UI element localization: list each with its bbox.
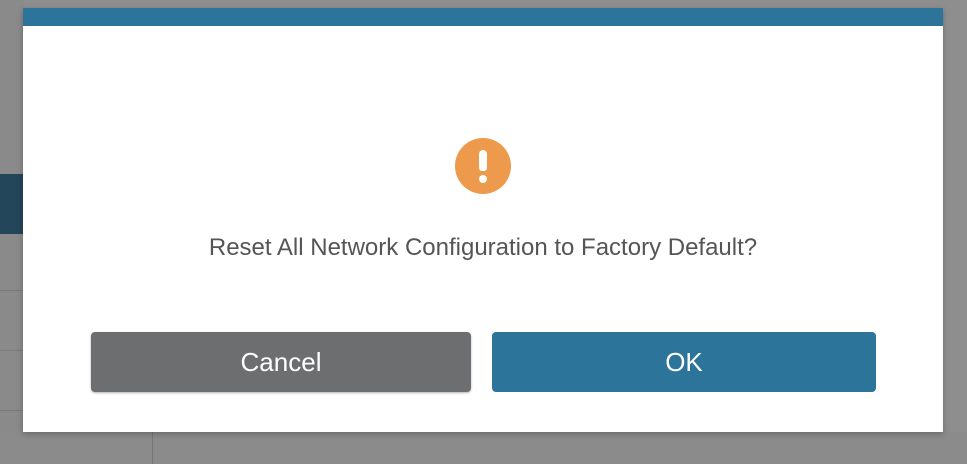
dialog-message: Reset All Network Configuration to Facto…	[208, 234, 758, 261]
dialog-header-bar	[23, 8, 943, 26]
background-nav-highlight	[0, 174, 24, 234]
confirm-dialog: Reset All Network Configuration to Facto…	[23, 8, 943, 432]
background-divider	[0, 350, 24, 351]
exclamation-dot	[479, 175, 487, 183]
background-footer	[0, 432, 967, 464]
cancel-button[interactable]: Cancel	[91, 332, 471, 392]
ok-button[interactable]: OK	[492, 332, 876, 392]
exclamation-circle-icon	[455, 138, 511, 194]
background-footer-divider	[152, 432, 153, 464]
ok-button-label: OK	[665, 346, 703, 377]
cancel-button-label: Cancel	[240, 346, 322, 377]
background-divider	[0, 290, 24, 291]
exclamation-bar	[479, 150, 487, 171]
background-divider	[0, 410, 24, 411]
